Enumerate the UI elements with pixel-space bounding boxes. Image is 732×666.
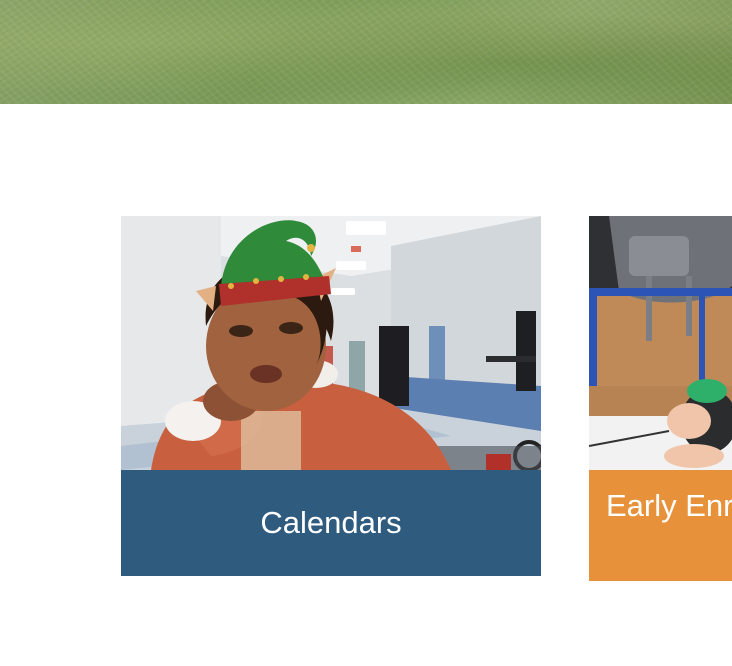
early-enrollment-card[interactable]: Early Enrollment [589, 216, 732, 581]
calendars-photo [121, 216, 541, 470]
early-enrollment-photo [589, 216, 732, 470]
calendars-card[interactable]: Calendars [121, 216, 541, 576]
header-banner-image [0, 0, 732, 104]
early-enrollment-label[interactable]: Early Enrollment [589, 470, 732, 581]
calendars-label[interactable]: Calendars [121, 470, 541, 576]
